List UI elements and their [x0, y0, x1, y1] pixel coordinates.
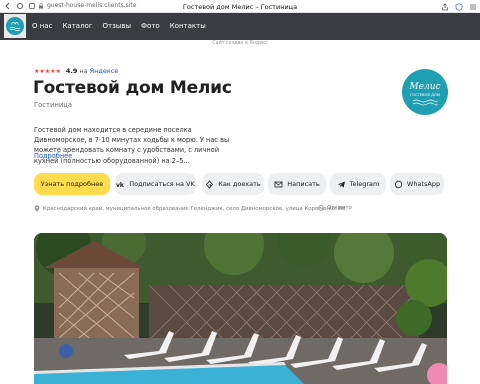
more-link[interactable]: Подробнее: [34, 152, 72, 160]
vk-subscribe-label: Подписаться на VK: [129, 180, 195, 188]
write-button[interactable]: Написать: [268, 173, 326, 195]
menu-icon[interactable]: [468, 2, 477, 11]
page-subtitle: Гостиница: [34, 101, 73, 109]
address-text: Краснодарский край, муниципальное образо…: [43, 205, 346, 212]
rating-source[interactable]: Яндексе: [90, 67, 119, 75]
made-in-yandex[interactable]: Сайт создан в Яндекс: [0, 41, 480, 46]
brand-logo-name: Мелис: [408, 82, 440, 92]
brand-logo-caption: ГОСТЕВОЙ ДОМ: [410, 92, 440, 97]
route-label: Как доехать: [218, 180, 261, 188]
rating-on: на: [79, 67, 88, 75]
nav-item-reviews[interactable]: Отзывы: [103, 22, 132, 30]
clock-icon: [318, 205, 324, 211]
telegram-button[interactable]: Telegram: [330, 173, 386, 195]
shield-icon[interactable]: [454, 2, 463, 11]
whatsapp-button[interactable]: WhatsApp: [390, 173, 444, 195]
brand-logo: Мелис ГОСТЕВОЙ ДОМ: [402, 69, 448, 115]
page-title: Гостевой дом Мелис: [33, 78, 232, 98]
whatsapp-label: WhatsApp: [406, 180, 441, 188]
share-icon[interactable]: [440, 2, 449, 11]
nav-item-photos[interactable]: Фото: [141, 22, 160, 30]
rating-value: 4.9: [65, 67, 78, 75]
telegram-label: Telegram: [349, 180, 380, 188]
pin-icon: [34, 205, 40, 212]
tab-title: Гостевой дом Мелис – Гостиница: [182, 3, 298, 11]
vk-subscribe-button[interactable]: vk Подписаться на VK: [115, 173, 196, 195]
nav-item-about[interactable]: О нас: [32, 22, 52, 30]
site-nav: О нас Каталог Отзывы Фото Контакты: [0, 13, 480, 40]
route-icon: [205, 179, 214, 189]
svg-text:vk: vk: [116, 182, 125, 189]
route-button[interactable]: Как доехать: [202, 173, 264, 195]
learn-more-label: Узнать подробнее: [40, 180, 104, 188]
telegram-icon: [337, 180, 346, 189]
nav-item-contacts[interactable]: Контакты: [170, 22, 206, 30]
address[interactable]: Краснодарский край, муниципальное образо…: [34, 205, 345, 212]
vk-icon: vk: [116, 180, 125, 189]
browser-toolbar: guest-house-melis.clients.site Гостевой …: [0, 0, 480, 13]
hero-photo: [34, 233, 447, 384]
status-text: Открыто: [327, 205, 352, 211]
mail-icon: [274, 180, 283, 189]
learn-more-button[interactable]: Узнать подробнее: [34, 173, 110, 195]
whatsapp-icon: [394, 180, 403, 189]
nav-item-catalog[interactable]: Каталог: [62, 22, 92, 30]
rating-stars: ★★★★★: [34, 67, 61, 75]
work-status[interactable]: Открыто: [318, 205, 352, 211]
write-label: Написать: [287, 180, 320, 188]
site-logo[interactable]: [4, 14, 26, 38]
rating[interactable]: ★★★★★ 4.9 на Яндексе: [34, 67, 118, 75]
